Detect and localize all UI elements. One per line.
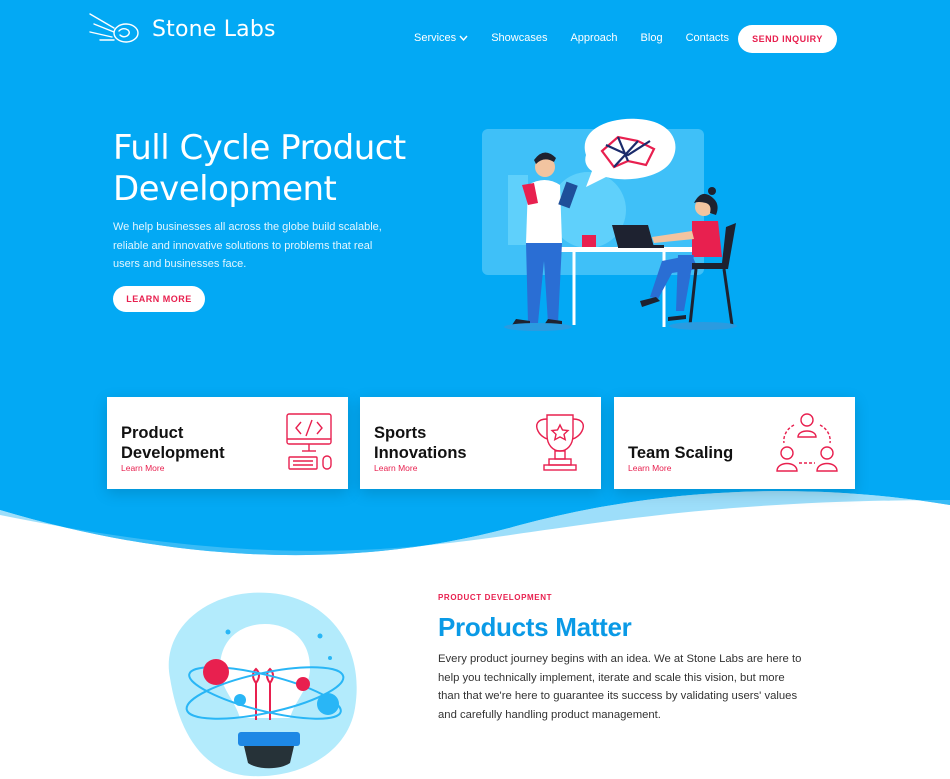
hero-title: Full Cycle Product Development [113, 128, 406, 209]
trophy-icon [536, 414, 584, 471]
nav-approach[interactable]: Approach [570, 32, 617, 44]
chevron-down-icon [459, 35, 468, 41]
card-title: Product Development [121, 424, 225, 462]
card-title: Team Scaling [628, 444, 734, 462]
nav-blog[interactable]: Blog [641, 32, 663, 44]
section-text: Every product journey begins with an ide… [438, 653, 802, 721]
computer-code-icon [286, 413, 332, 470]
nav-blog-label: Blog [640, 32, 663, 44]
card-learn-more-link[interactable]: Learn More [374, 463, 417, 473]
logo[interactable]: Stone Labs [88, 12, 276, 46]
nav-contacts[interactable]: Contacts [686, 32, 729, 44]
section-title: Products Matter [438, 612, 632, 642]
send-inquiry-button[interactable]: SEND INQUIRY [738, 25, 837, 53]
learn-more-button[interactable]: LEARN MORE [113, 286, 205, 312]
nav-approach-label: Approach [570, 32, 618, 44]
meteor-logo-icon [89, 13, 139, 43]
section-tag: PRODUCT DEVELOPMENT [438, 593, 553, 602]
nav-services[interactable]: Services [414, 32, 468, 44]
main-nav: Services Showcases Approach Blog Contact… [414, 32, 752, 44]
nav-showcases[interactable]: Showcases [491, 32, 547, 44]
nav-contacts-label: Contacts [685, 32, 729, 44]
team-network-icon [776, 413, 838, 472]
card-learn-more-link[interactable]: Learn More [121, 463, 164, 473]
card-sports-innovations[interactable]: Sports Innovations Learn More [360, 397, 601, 489]
card-learn-more-link[interactable]: Learn More [628, 463, 671, 473]
team-working-illustration [482, 118, 737, 331]
card-team-scaling[interactable]: Team Scaling Learn More [614, 397, 855, 489]
brand-name: Stone Labs [152, 16, 276, 42]
nav-services-label: Services [414, 32, 457, 44]
card-product-development[interactable]: Product Development Learn More [107, 397, 348, 489]
hero-description: We help businesses all across the globe … [113, 221, 382, 270]
lightbulb-illustration [168, 592, 357, 777]
nav-showcases-label: Showcases [491, 32, 548, 44]
card-title: Sports Innovations [374, 424, 467, 462]
